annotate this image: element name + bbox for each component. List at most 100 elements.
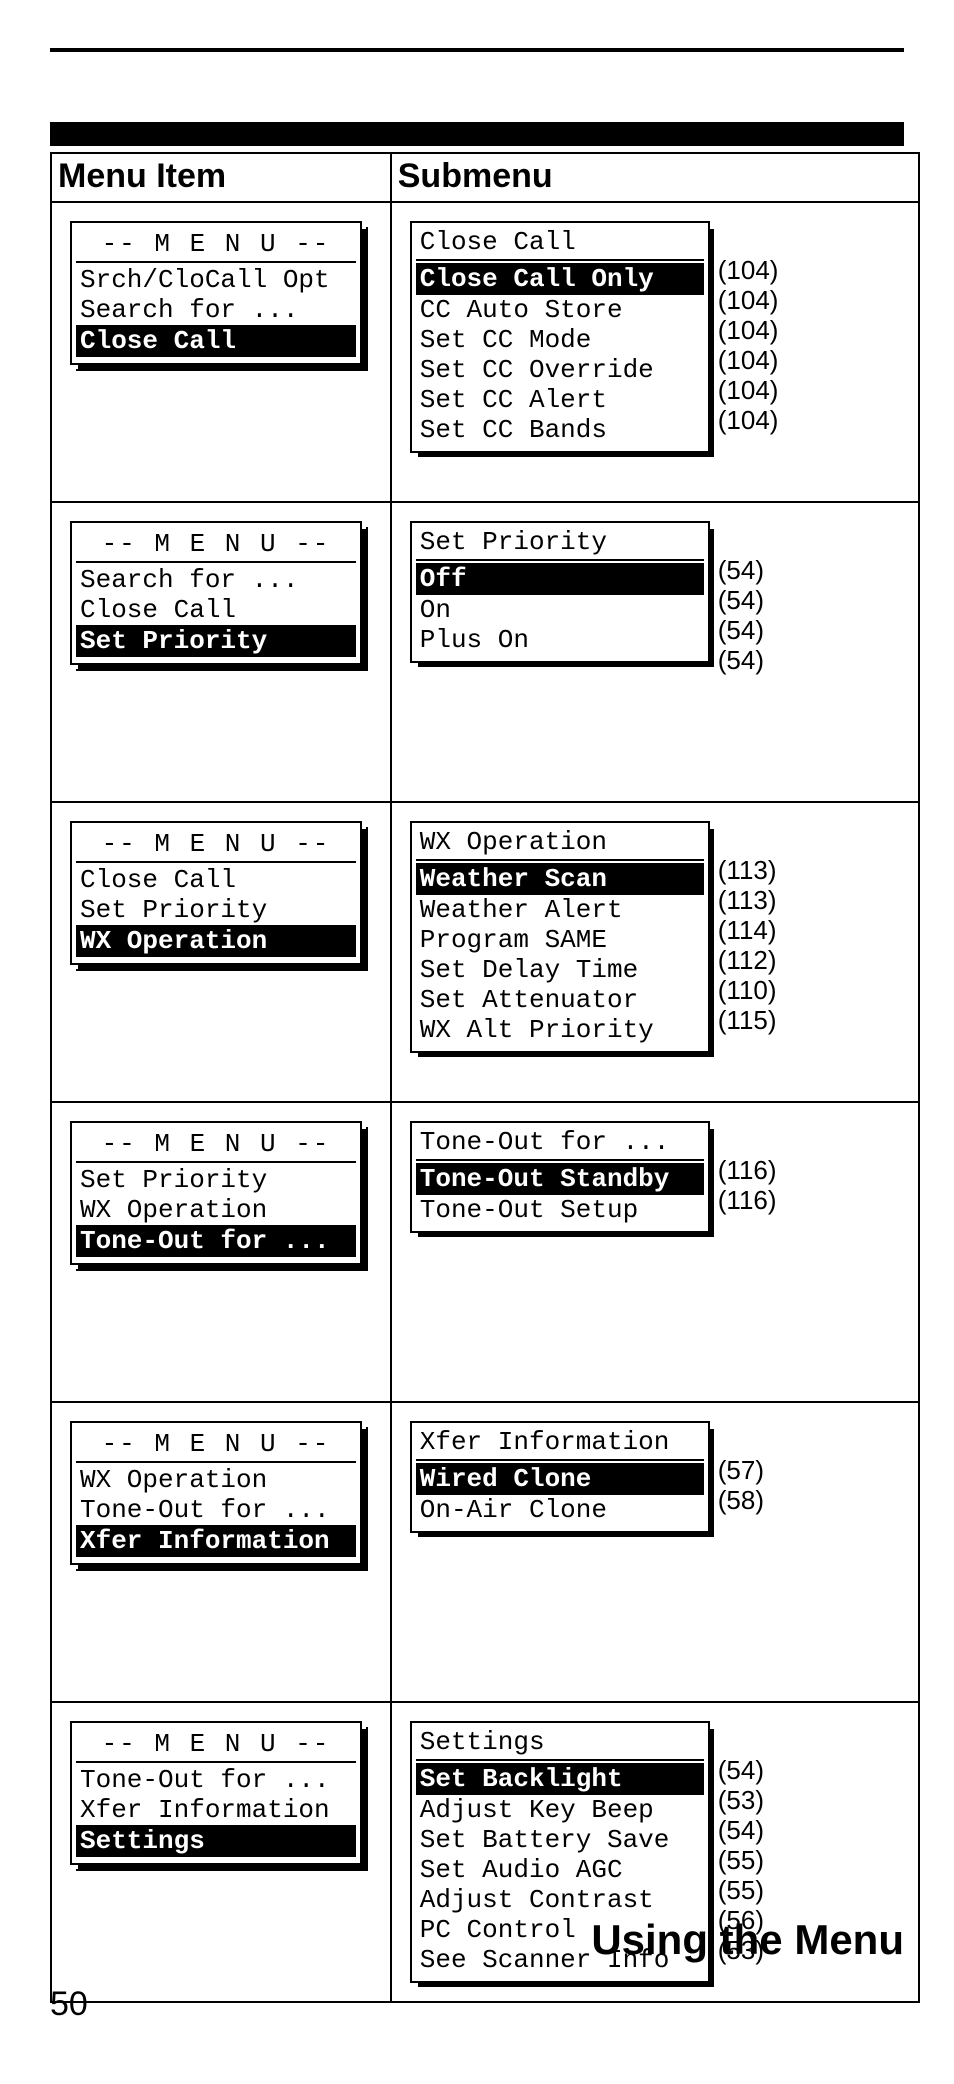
divider	[76, 1461, 356, 1463]
menu-table: Menu Item Submenu -- M E N U --Srch/CloC…	[50, 152, 920, 2003]
submenu-wrap: Xfer Information Wired CloneOn-Air Clone (…	[410, 1421, 908, 1533]
divider	[76, 1161, 356, 1163]
menu-item-cell: -- M E N U -- Set PriorityWX OperationTon…	[51, 1102, 391, 1402]
submenu-line: Weather Alert	[416, 895, 704, 925]
page-ref: (53)	[718, 1785, 764, 1815]
submenu-title: Tone-Out for ...	[416, 1127, 704, 1157]
menu-lcd-title: -- M E N U --	[76, 527, 356, 559]
menu-item-cell: -- M E N U --Tone-Out for ...Xfer Inform…	[51, 1702, 391, 2002]
menu-line: Close Call	[76, 865, 356, 895]
submenu-title: Xfer Information	[416, 1427, 704, 1457]
header-menu-item: Menu Item	[51, 153, 391, 202]
menu-line: Search for ...	[76, 565, 356, 595]
menu-line: Set Priority	[76, 895, 356, 925]
submenu-line: Set CC Alert	[416, 385, 704, 415]
submenu-line-selected: Close Call Only	[416, 263, 704, 295]
submenu-line: Program SAME	[416, 925, 704, 955]
menu-lcd-title: -- M E N U --	[76, 1427, 356, 1459]
menu-line: Set Priority	[76, 1165, 356, 1195]
submenu-lcd: Close CallClose Call OnlyCC Auto StoreSe…	[410, 221, 710, 453]
menu-lcd: -- M E N U --Srch/CloCall OptSearch for …	[70, 221, 362, 365]
menu-line-selected: Set Priority	[76, 625, 356, 657]
page-ref: (112)	[718, 945, 777, 975]
divider	[76, 261, 356, 263]
submenu-line: Set Battery Save	[416, 1825, 704, 1855]
divider	[416, 1459, 704, 1461]
submenu-lcd: Tone-Out for ...Tone-Out StandbyTone-Out…	[410, 1121, 710, 1233]
menu-line: Srch/CloCall Opt	[76, 265, 356, 295]
page-ref: (104)	[718, 255, 779, 285]
menu-item-cell: -- M E N U --WX OperationTone-Out for ..…	[51, 1402, 391, 1702]
page-number: 50	[50, 1985, 88, 2024]
submenu-line: Set CC Mode	[416, 325, 704, 355]
page-refs: (54)(54)(54)(54)	[718, 521, 764, 675]
menu-line-selected: WX Operation	[76, 925, 356, 957]
submenu-line: Set Delay Time	[416, 955, 704, 985]
submenu-line: Plus On	[416, 625, 704, 655]
menu-item-cell: -- M E N U --Search for ...Close CallSet…	[51, 502, 391, 802]
divider	[416, 859, 704, 861]
submenu-line: CC Auto Store	[416, 295, 704, 325]
submenu-cell: Tone-Out for ...Tone-Out StandbyTone-Out…	[391, 1102, 919, 1402]
submenu-lcd: Set PriorityOffOnPlus On	[410, 521, 710, 663]
submenu-wrap: Close CallClose Call OnlyCC Auto StoreSe…	[410, 221, 908, 453]
submenu-line: Set Attenuator	[416, 985, 704, 1015]
submenu-line: Adjust Contrast	[416, 1885, 704, 1915]
submenu-wrap: WX OperationWeather ScanWeather AlertPro…	[410, 821, 908, 1053]
page-refs: (104)(104)(104)(104)(104)(104)	[718, 221, 779, 435]
menu-line: Xfer Information	[76, 1795, 356, 1825]
divider	[416, 559, 704, 561]
divider	[416, 259, 704, 261]
menu-lcd: -- M E N U --WX OperationTone-Out for ..…	[70, 1421, 362, 1565]
menu-lcd: -- M E N U --Tone-Out for ...Xfer Inform…	[70, 1721, 362, 1865]
submenu-line-selected: Set Backlight	[416, 1763, 704, 1795]
section-title: Using the Menu	[591, 1916, 904, 1964]
menu-line-selected: Settings	[76, 1825, 356, 1857]
page-ref: (116)	[718, 1155, 777, 1185]
menu-line: Search for ...	[76, 295, 356, 325]
submenu-line-selected: Tone-Out Standby	[416, 1163, 704, 1195]
page-ref: (55)	[718, 1875, 764, 1905]
divider	[416, 1759, 704, 1761]
menu-lcd-title: -- M E N U --	[76, 1127, 356, 1159]
page-refs: (57)(58)	[718, 1421, 764, 1515]
page-ref: (104)	[718, 345, 779, 375]
submenu-cell: Set PriorityOffOnPlus On(54)(54)(54)(54)	[391, 502, 919, 802]
submenu-cell: Close CallClose Call OnlyCC Auto StoreSe…	[391, 202, 919, 502]
menu-line-selected: Xfer Information	[76, 1525, 356, 1557]
header-submenu: Submenu	[391, 153, 919, 202]
page-ref: (104)	[718, 315, 779, 345]
page-ref: (57)	[718, 1455, 764, 1485]
submenu-line-selected: Wired Clone	[416, 1463, 704, 1495]
menu-lcd-title: -- M E N U --	[76, 827, 356, 859]
page-ref: (104)	[718, 405, 779, 435]
divider	[416, 1159, 704, 1161]
page-refs: (116)(116)	[718, 1121, 777, 1215]
divider	[76, 561, 356, 563]
submenu-title: Close Call	[416, 227, 704, 257]
page-ref: (113)	[718, 855, 777, 885]
submenu-line: Adjust Key Beep	[416, 1795, 704, 1825]
menu-line-selected: Tone-Out for ...	[76, 1225, 356, 1257]
menu-line: WX Operation	[76, 1195, 356, 1225]
submenu-title: Set Priority	[416, 527, 704, 557]
submenu-line: WX Alt Priority	[416, 1015, 704, 1045]
page-ref: (54)	[718, 615, 764, 645]
submenu-line-selected: Off	[416, 563, 704, 595]
page-refs: (113)(113)(114)(112)(110)(115)	[718, 821, 777, 1035]
page-ref: (54)	[718, 555, 764, 585]
page-ref: (115)	[718, 1005, 777, 1035]
menu-line: Tone-Out for ...	[76, 1765, 356, 1795]
submenu-cell: WX OperationWeather ScanWeather AlertPro…	[391, 802, 919, 1102]
menu-line: WX Operation	[76, 1465, 356, 1495]
page-ref: (54)	[718, 1755, 764, 1785]
page-ref: (54)	[718, 585, 764, 615]
page-ref: (104)	[718, 375, 779, 405]
submenu-line: Set Audio AGC	[416, 1855, 704, 1885]
page-ref: (54)	[718, 1815, 764, 1845]
divider	[76, 1761, 356, 1763]
menu-line-selected: Close Call	[76, 325, 356, 357]
submenu-line: On-Air Clone	[416, 1495, 704, 1525]
submenu-line-selected: Weather Scan	[416, 863, 704, 895]
submenu-lcd: WX OperationWeather ScanWeather AlertPro…	[410, 821, 710, 1053]
